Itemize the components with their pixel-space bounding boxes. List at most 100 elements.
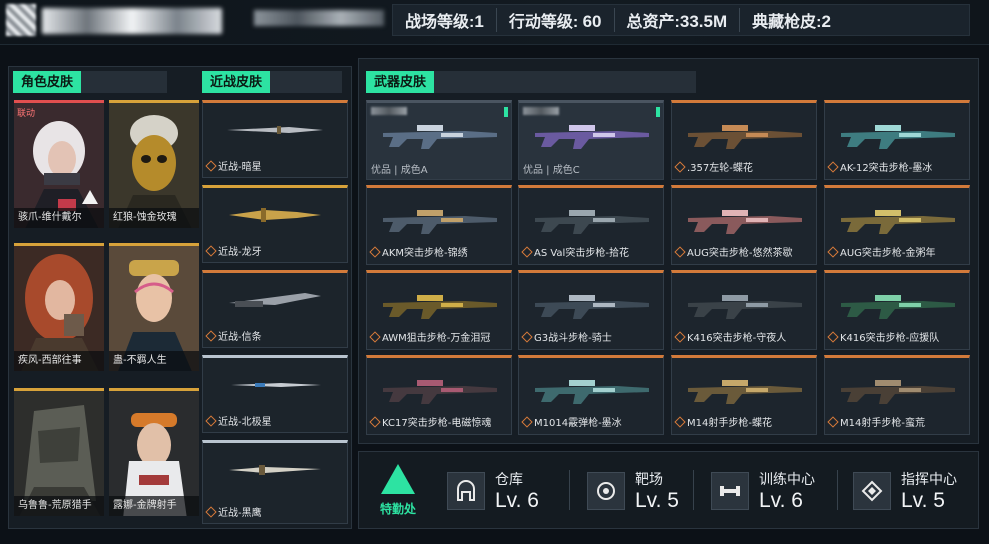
character-card[interactable]: 红狼-蚀金玫瑰 bbox=[109, 100, 199, 228]
weapon-label: M14射手步枪-蝶花 bbox=[687, 418, 772, 429]
facility-text: 指挥中心 Lv. 5 bbox=[901, 469, 957, 513]
weapon-card[interactable]: AUG突击步枪-悠然茶歇 bbox=[671, 185, 817, 265]
facility-warehouse[interactable]: 仓库 Lv. 6 bbox=[447, 462, 539, 520]
weapon-label-row: AKM突击步枪-锦绣 bbox=[369, 244, 468, 259]
character-label: 露娜-金牌射手 bbox=[109, 496, 199, 516]
header-divider bbox=[0, 44, 989, 45]
weapon-image bbox=[688, 210, 802, 234]
dumbbell-icon bbox=[711, 472, 749, 510]
melee-label-row: 近战-北极星 bbox=[205, 413, 272, 428]
character-label: 疾风-西部往事 bbox=[14, 351, 104, 371]
rarity-icon bbox=[674, 160, 686, 173]
weapon-image bbox=[535, 125, 649, 149]
weapon-label: M14射手步枪-蛮荒 bbox=[840, 418, 925, 429]
weapon-card[interactable]: AWM狙击步枪-万金泪冠 bbox=[366, 270, 512, 350]
melee-label: 近战-北极星 bbox=[218, 417, 272, 428]
melee-label-row: 近战-龙牙 bbox=[205, 243, 262, 258]
weapon-card[interactable]: G3战斗步枪-骑士 bbox=[518, 270, 664, 350]
weapon-label-row: AUG突击步枪-金粥年 bbox=[827, 244, 936, 259]
stat-value: 2 bbox=[821, 12, 831, 31]
facility-range[interactable]: 靶场 Lv. 5 bbox=[587, 462, 679, 520]
weapon-label: KC17突击步枪-电磁惊魂 bbox=[382, 418, 492, 429]
command-icon bbox=[853, 472, 891, 510]
rarity-icon bbox=[205, 329, 217, 342]
weapon-label-row: M14射手步枪-蛮荒 bbox=[827, 414, 925, 429]
weapon-card[interactable]: K416突击步枪-应援队 bbox=[824, 270, 970, 350]
weapon-label-row: M1014霰弹枪-墨冰 bbox=[521, 414, 622, 429]
collab-badge: 联动 bbox=[17, 109, 36, 119]
weapon-image bbox=[383, 295, 497, 319]
facility-level: Lv. 5 bbox=[635, 489, 679, 512]
melee-card[interactable]: 近战-北极星 bbox=[202, 355, 348, 433]
weapon-card[interactable]: .357左轮-蝶花 bbox=[671, 100, 817, 180]
character-card[interactable]: 露娜-金牌射手 bbox=[109, 388, 199, 516]
stat-value: 1 bbox=[474, 12, 484, 31]
character-label: 骇爪-维什戴尔 bbox=[14, 208, 104, 228]
weapon-label: AUG突击步枪-悠然茶歇 bbox=[687, 248, 793, 259]
melee-skins-header: 近战皮肤 bbox=[202, 71, 343, 93]
facility-name: 指挥中心 bbox=[901, 472, 957, 488]
character-card[interactable]: 疾风-西部往事 bbox=[14, 243, 104, 371]
weapon-card[interactable]: AUG突击步枪-金粥年 bbox=[824, 185, 970, 265]
melee-label: 近战-暗星 bbox=[218, 162, 262, 173]
melee-label-row: 近战-黑鹰 bbox=[205, 504, 262, 519]
weapon-label-row: M14射手步枪-蝶花 bbox=[674, 414, 772, 429]
weapon-card[interactable]: KC17突击步枪-电磁惊魂 bbox=[366, 355, 512, 435]
weapon-card[interactable]: M1014霰弹枪-墨冰 bbox=[518, 355, 664, 435]
weapon-image bbox=[383, 125, 497, 149]
melee-skins-title: 近战皮肤 bbox=[202, 71, 271, 93]
character-card[interactable]: 联动 骇爪-维什戴尔 bbox=[14, 100, 104, 228]
weapon-card[interactable]: K416突击步枪-守夜人 bbox=[671, 270, 817, 350]
character-card[interactable]: 乌鲁鲁-荒原猎手 bbox=[14, 388, 104, 516]
facility-command[interactable]: 指挥中心 Lv. 5 bbox=[853, 462, 957, 520]
weapon-image bbox=[841, 380, 955, 404]
facility-training[interactable]: 训练中心 Lv. 6 bbox=[711, 462, 815, 520]
weapon-label-row: K416突击步枪-应援队 bbox=[827, 329, 940, 344]
rarity-icon bbox=[205, 244, 217, 257]
weapon-image bbox=[383, 210, 497, 234]
weapon-card[interactable]: 优品 | 成色A bbox=[366, 100, 512, 180]
melee-label: 近战-龙牙 bbox=[218, 247, 262, 258]
weapon-card[interactable]: AK-12突击步枪-墨冰 bbox=[824, 100, 970, 180]
warehouse-icon bbox=[447, 472, 485, 510]
weapon-card[interactable]: 优品 | 成色C bbox=[518, 100, 664, 180]
rarity-icon bbox=[674, 330, 686, 343]
facility-text: 仓库 Lv. 6 bbox=[495, 469, 539, 513]
top-bar: 战场等级:1 行动等级: 60 总资产:33.5M 典藏枪皮:2 bbox=[0, 0, 989, 44]
facility-level: Lv. 6 bbox=[759, 489, 803, 512]
stat-label: 典藏枪皮: bbox=[752, 14, 822, 31]
rarity-icon bbox=[205, 505, 217, 518]
melee-card[interactable]: 近战-信条 bbox=[202, 270, 348, 348]
melee-label: 近战-黑鹰 bbox=[218, 508, 262, 519]
weapon-label-row: K416突击步枪-守夜人 bbox=[674, 329, 786, 344]
character-label: 红狼-蚀金玫瑰 bbox=[109, 208, 199, 228]
divider bbox=[693, 470, 694, 510]
weapon-label: K416突击步枪-应援队 bbox=[840, 333, 940, 344]
rarity-icon bbox=[205, 159, 217, 172]
weapon-label: .357左轮-蝶花 bbox=[687, 163, 753, 174]
weapon-card[interactable]: AKM突击步枪-锦绣 bbox=[366, 185, 512, 265]
weapon-image bbox=[688, 125, 802, 149]
stat-label: 总资产: bbox=[626, 14, 680, 31]
total-assets: 总资产:33.5M bbox=[615, 8, 741, 32]
player-id-blurred bbox=[254, 10, 384, 26]
header-tail bbox=[270, 71, 343, 93]
rarity-icon bbox=[521, 330, 533, 343]
melee-card[interactable]: 近战-暗星 bbox=[202, 100, 348, 178]
weapon-image bbox=[688, 295, 802, 319]
weapon-quality: 优品 | 成色A bbox=[371, 165, 428, 176]
special-service-logo[interactable]: 特勤处 bbox=[371, 464, 425, 520]
character-card[interactable]: 蛊-不羁人生 bbox=[109, 243, 199, 371]
divider bbox=[837, 470, 838, 510]
weapon-card[interactable]: M14射手步枪-蝶花 bbox=[671, 355, 817, 435]
melee-card[interactable]: 近战-龙牙 bbox=[202, 185, 348, 263]
weapon-card[interactable]: AS Val突击步枪-拾花 bbox=[518, 185, 664, 265]
melee-card[interactable]: 近战-黑鹰 bbox=[202, 440, 348, 524]
weapon-image bbox=[841, 295, 955, 319]
stat-value: 60 bbox=[582, 12, 602, 31]
weapon-label: AUG突击步枪-金粥年 bbox=[840, 248, 936, 259]
weapon-card[interactable]: M14射手步枪-蛮荒 bbox=[824, 355, 970, 435]
weapon-label-row: .357左轮-蝶花 bbox=[674, 159, 753, 174]
weapon-label: AK-12突击步枪-墨冰 bbox=[840, 163, 933, 174]
rarity-icon bbox=[674, 245, 686, 258]
